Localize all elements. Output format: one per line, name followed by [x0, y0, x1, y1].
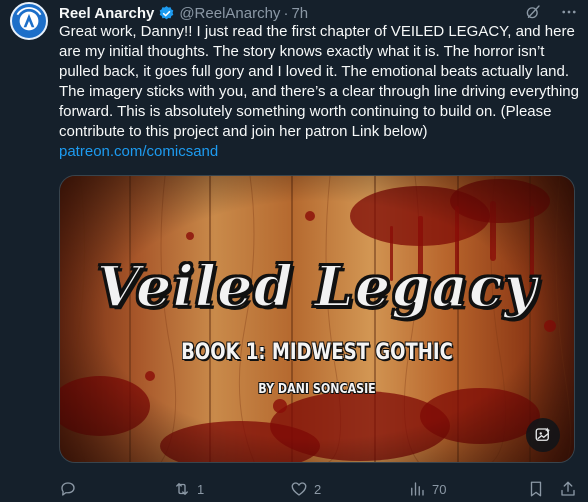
repost-button[interactable]: 1	[173, 480, 204, 498]
header-actions	[524, 3, 578, 21]
view-count: 70	[432, 481, 447, 497]
post-actions: 1 2 70	[59, 480, 579, 500]
reply-icon	[61, 482, 75, 496]
media-subtitle: BOOK 1: MIDWEST GOTHIC	[181, 340, 453, 365]
reply-button[interactable]	[59, 480, 83, 498]
share-icon	[561, 481, 575, 496]
time-separator: ·	[283, 4, 289, 22]
repost-icon	[176, 483, 188, 495]
bookmark-button[interactable]	[527, 480, 545, 498]
like-icon	[291, 482, 307, 496]
post-media[interactable]: Veiled Legacy BOOK 1: MIDWEST GOTHIC BY …	[59, 175, 575, 463]
media-byline: BY DANI SONCASIE	[258, 382, 376, 397]
media-title: Veiled Legacy	[96, 253, 538, 321]
post-header: Reel Anarchy @ReelAnarchy · 7h	[59, 3, 308, 23]
alt-text-icon	[535, 427, 551, 441]
grok-icon[interactable]	[524, 3, 542, 21]
more-icon[interactable]	[560, 3, 578, 21]
post-text: Great work, Danny!! I just read the firs…	[59, 23, 579, 140]
avatar[interactable]	[10, 2, 48, 40]
like-button[interactable]: 2	[290, 480, 321, 498]
views-button[interactable]: 70	[408, 480, 446, 498]
author-name[interactable]: Reel Anarchy	[59, 5, 154, 22]
post-link[interactable]: patreon.com/comicsand	[59, 142, 579, 162]
share-button[interactable]	[559, 480, 577, 498]
like-count: 2	[314, 481, 322, 497]
verified-badge-icon	[160, 5, 174, 19]
post-time[interactable]: 7h	[291, 5, 308, 22]
alt-text-button[interactable]	[526, 418, 560, 452]
post-body: Great work, Danny!! I just read the firs…	[59, 22, 579, 162]
bookmark-icon	[530, 481, 542, 497]
repost-count: 1	[197, 481, 205, 497]
views-icon	[411, 482, 424, 496]
author-handle[interactable]: @ReelAnarchy	[179, 5, 280, 22]
